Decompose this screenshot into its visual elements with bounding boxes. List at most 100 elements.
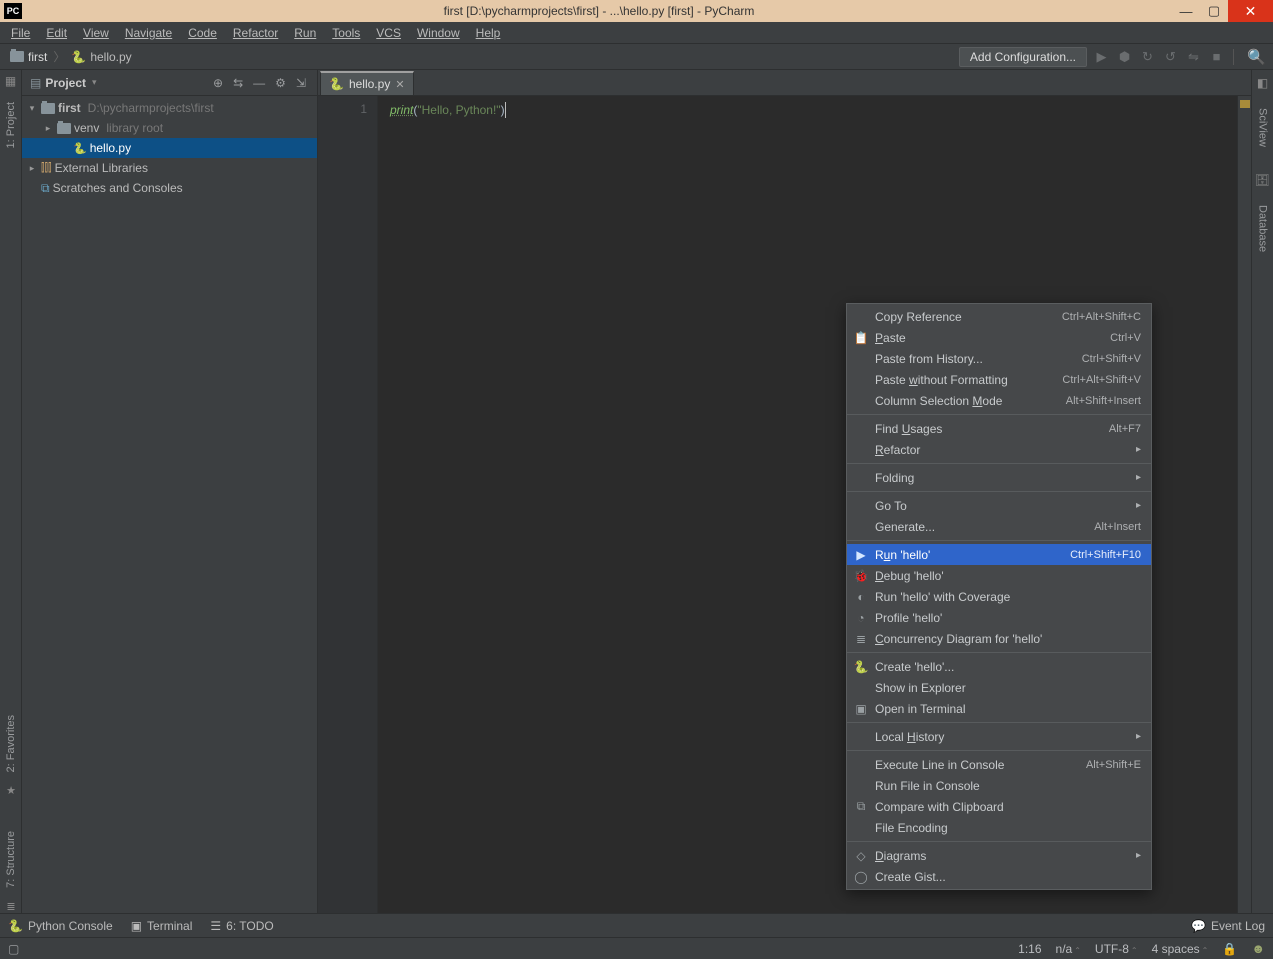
editor-marker-bar[interactable] (1237, 96, 1251, 913)
tree-file-hello[interactable]: 🐍 hello.py (22, 138, 317, 158)
minimize-button[interactable]: — (1172, 0, 1200, 22)
tree-root[interactable]: ▾ first D:\pycharmprojects\first (22, 98, 317, 118)
context-menu-item[interactable]: Local History▸ (847, 726, 1151, 747)
context-menu-item[interactable]: Execute Line in ConsoleAlt+Shift+E (847, 754, 1151, 775)
context-menu-item[interactable]: Refactor▸ (847, 439, 1151, 460)
tree-scratches[interactable]: ⧉ Scratches and Consoles (22, 178, 317, 198)
menu-code[interactable]: Code (181, 24, 224, 42)
context-menu-item[interactable]: ▣Open in Terminal (847, 698, 1151, 719)
menu-window[interactable]: Window (410, 24, 467, 42)
add-configuration-button[interactable]: Add Configuration... (959, 47, 1087, 67)
context-menu-item[interactable]: File Encoding (847, 817, 1151, 838)
editor-tab-hello[interactable]: 🐍 hello.py ✕ (320, 71, 414, 95)
database-label[interactable]: Database (1257, 201, 1269, 256)
menu-view[interactable]: View (76, 24, 116, 42)
collapse-arrow-icon[interactable]: ▸ (26, 163, 38, 174)
context-menu-item[interactable]: 🐍Create 'hello'... (847, 656, 1151, 677)
context-menu-item[interactable]: 📋PasteCtrl+V (847, 327, 1151, 348)
close-tab-icon[interactable]: ✕ (395, 78, 404, 91)
menu-file[interactable]: File (4, 24, 37, 42)
run-icon[interactable]: ▶ (1093, 48, 1110, 65)
editor-context-menu: Copy ReferenceCtrl+Alt+Shift+C📋PasteCtrl… (846, 303, 1152, 890)
menu-vcs[interactable]: VCS (369, 24, 408, 42)
line-gutter: 1 (318, 96, 378, 913)
tree-venv[interactable]: ▸ venv library root (22, 118, 317, 138)
context-menu-item[interactable]: ◇Diagrams▸ (847, 845, 1151, 866)
gear-icon[interactable]: ⚙ (272, 76, 289, 90)
context-menu-item[interactable]: Copy ReferenceCtrl+Alt+Shift+C (847, 306, 1151, 327)
context-menu-item[interactable]: Go To▸ (847, 495, 1151, 516)
close-button[interactable]: ✕ (1228, 0, 1273, 22)
python-console-button[interactable]: 🐍 Python Console (8, 919, 113, 933)
todo-icon: ☰ (210, 919, 221, 933)
maximize-button[interactable]: ▢ (1200, 0, 1228, 22)
project-panel-title[interactable]: Project (45, 76, 86, 90)
context-menu-item[interactable]: Find UsagesAlt+F7 (847, 418, 1151, 439)
context-menu-item[interactable]: Folding▸ (847, 467, 1151, 488)
status-bar: ▢ 1:16 n/a⌃ UTF-8⌃ 4 spaces⌃ 🔒 ☻ (0, 937, 1273, 959)
cursor-position[interactable]: 1:16 (1018, 942, 1041, 956)
favorites-icon[interactable]: ★ (6, 784, 16, 797)
project-tool-label[interactable]: 1: Project (5, 98, 17, 152)
structure-label[interactable]: 7: Structure (5, 831, 17, 888)
context-menu-item[interactable]: ◔Profile 'hello' (847, 607, 1151, 628)
context-menu-separator (847, 652, 1151, 653)
context-menu-item[interactable]: Run File in Console (847, 775, 1151, 796)
context-menu-item[interactable]: Show in Explorer (847, 677, 1151, 698)
readonly-lock-icon[interactable]: 🔒 (1222, 942, 1237, 956)
sciview-icon[interactable]: ◧ (1257, 76, 1268, 90)
context-menu-item[interactable]: Paste from History...Ctrl+Shift+V (847, 348, 1151, 369)
structure-icon[interactable]: ≣ (6, 900, 15, 913)
hide-icon[interactable]: ⇲ (293, 76, 309, 90)
context-menu-label: Paste (875, 331, 1104, 345)
indent-widget[interactable]: 4 spaces⌃ (1152, 942, 1209, 956)
menu-edit[interactable]: Edit (39, 24, 74, 42)
debug-icon[interactable]: ⬢ (1116, 48, 1133, 65)
context-menu-item[interactable]: ▶Run 'hello'Ctrl+Shift+F10 (847, 544, 1151, 565)
breadcrumb[interactable]: first 〉 🐍 hello.py (4, 48, 138, 65)
menu-refactor[interactable]: Refactor (226, 24, 285, 42)
favorites-label[interactable]: 2: Favorites (5, 715, 17, 772)
tree-venv-note: library root (106, 121, 163, 135)
context-menu-label: Create Gist... (875, 870, 1141, 884)
context-menu-item[interactable]: Column Selection ModeAlt+Shift+Insert (847, 390, 1151, 411)
context-menu-item[interactable]: Paste without FormattingCtrl+Alt+Shift+V (847, 369, 1151, 390)
collapse-arrow-icon[interactable]: ▸ (42, 123, 54, 134)
tree-external-libraries[interactable]: ▸ ⫿⫿⫿ External Libraries (22, 158, 317, 178)
event-log-button[interactable]: 💬 Event Log (1191, 919, 1265, 933)
separator (1233, 49, 1234, 65)
python-file-icon: 🐍 (71, 50, 86, 64)
warning-marker[interactable] (1240, 100, 1250, 108)
locate-icon[interactable]: ⊕ (210, 76, 226, 90)
code-editor[interactable]: 1 print("Hello, Python!") Copy Reference… (318, 96, 1251, 913)
encoding-widget[interactable]: UTF-8⌃ (1095, 942, 1138, 956)
tab-label: hello.py (349, 77, 390, 91)
context-menu-item[interactable]: Generate...Alt+Insert (847, 516, 1151, 537)
database-icon[interactable]: 🗄 (1255, 173, 1270, 187)
project-tool-icon[interactable]: ▦ (5, 74, 16, 88)
expand-arrow-icon[interactable]: ▾ (26, 103, 38, 114)
context-menu-item[interactable]: ≣Concurrency Diagram for 'hello' (847, 628, 1151, 649)
chevron-down-icon[interactable]: ▾ (92, 77, 97, 88)
menu-run[interactable]: Run (287, 24, 323, 42)
context-menu-item[interactable]: ◯Create Gist... (847, 866, 1151, 887)
inspection-face-icon[interactable]: ☻ (1251, 941, 1265, 956)
profile-icon[interactable]: ↺ (1162, 48, 1179, 65)
context-menu-item[interactable]: ◐Run 'hello' with Coverage (847, 586, 1151, 607)
menu-navigate[interactable]: Navigate (118, 24, 179, 42)
context-menu-item[interactable]: 🐞Debug 'hello' (847, 565, 1151, 586)
concurrency-icon[interactable]: ⇋ (1185, 48, 1202, 65)
line-number: 1 (318, 102, 367, 116)
stop-icon[interactable]: ■ (1208, 48, 1225, 65)
toggle-tools-icon[interactable]: ▢ (8, 942, 19, 956)
context-menu-item[interactable]: ⧉Compare with Clipboard (847, 796, 1151, 817)
menu-help[interactable]: Help (469, 24, 508, 42)
menu-tools[interactable]: Tools (325, 24, 367, 42)
sciview-label[interactable]: SciView (1257, 104, 1269, 151)
coverage-icon[interactable]: ↻ (1139, 48, 1156, 65)
expand-all-icon[interactable]: ⇆ (230, 76, 246, 90)
terminal-button[interactable]: ▣ Terminal (131, 919, 193, 933)
search-everywhere-icon[interactable]: 🔍 (1248, 48, 1265, 65)
line-sep-widget[interactable]: n/a⌃ (1056, 942, 1081, 956)
todo-button[interactable]: ☰ 6: TODO (210, 919, 273, 933)
